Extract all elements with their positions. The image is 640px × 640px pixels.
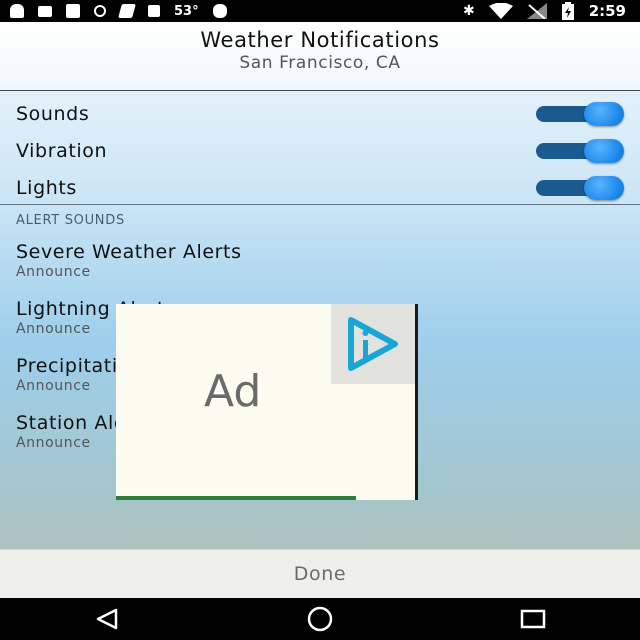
- android-icon: [10, 4, 24, 18]
- page-title: Weather Notifications: [200, 28, 440, 52]
- wifi-icon: [488, 3, 513, 19]
- done-label: Done: [293, 563, 347, 585]
- header: Weather Notifications San Francisco, CA: [0, 22, 640, 91]
- status-bar: 53° ✱ 2:59: [0, 0, 640, 22]
- temperature-text: 53°: [174, 3, 199, 19]
- switch-thumb: [584, 175, 624, 200]
- weather-notifications-screen: Weather Notifications San Francisco, CA …: [0, 22, 640, 598]
- navigation-bar: [0, 598, 640, 640]
- recents-icon: [521, 609, 546, 629]
- alert-sound-value: Announce: [16, 264, 91, 280]
- bluetooth-icon: ✱: [462, 3, 475, 19]
- data-saver-icon: [94, 5, 106, 17]
- alert-name: Severe Weather Alerts: [16, 241, 242, 263]
- toggle-label: Sounds: [16, 102, 90, 125]
- message-icon: [38, 5, 52, 17]
- toggle-row-vibration[interactable]: Vibration: [0, 132, 640, 169]
- toggle-row-sounds[interactable]: Sounds: [0, 95, 640, 132]
- ad-choices-button[interactable]: [331, 304, 415, 384]
- toggle-label: Lights: [16, 176, 77, 199]
- back-icon: [96, 608, 117, 630]
- flag-icon: [118, 4, 136, 18]
- home-button[interactable]: [300, 604, 340, 634]
- recents-button[interactable]: [513, 604, 553, 634]
- signal-icon: [526, 3, 547, 19]
- lock-icon: [148, 5, 160, 17]
- battery-icon: [561, 2, 574, 20]
- switch-thumb: [584, 101, 624, 126]
- list-item-severe-weather[interactable]: Severe Weather Alerts Announce: [0, 241, 640, 298]
- ad-banner[interactable]: Ad: [116, 304, 418, 500]
- clock-text: 2:59: [588, 2, 626, 20]
- lights-switch[interactable]: [536, 175, 624, 200]
- back-button[interactable]: [87, 604, 127, 634]
- toggle-label: Vibration: [16, 139, 108, 162]
- switch-thumb: [584, 138, 624, 163]
- ad-progress-line: [116, 496, 356, 500]
- play-icon: [348, 317, 398, 371]
- location-subtitle: San Francisco, CA: [239, 53, 401, 73]
- weather-app-icon: [212, 4, 227, 18]
- vibration-switch[interactable]: [536, 138, 624, 163]
- toggle-row-lights[interactable]: Lights: [0, 169, 640, 206]
- done-button[interactable]: Done: [0, 549, 640, 598]
- notification-toggles: Sounds Vibration Lights: [0, 91, 640, 205]
- home-icon: [307, 606, 333, 632]
- sounds-switch[interactable]: [536, 101, 624, 126]
- alert-sounds-heading: ALERT SOUNDS: [16, 213, 125, 228]
- facebook-icon: [66, 4, 80, 18]
- ad-label: Ad: [204, 366, 262, 417]
